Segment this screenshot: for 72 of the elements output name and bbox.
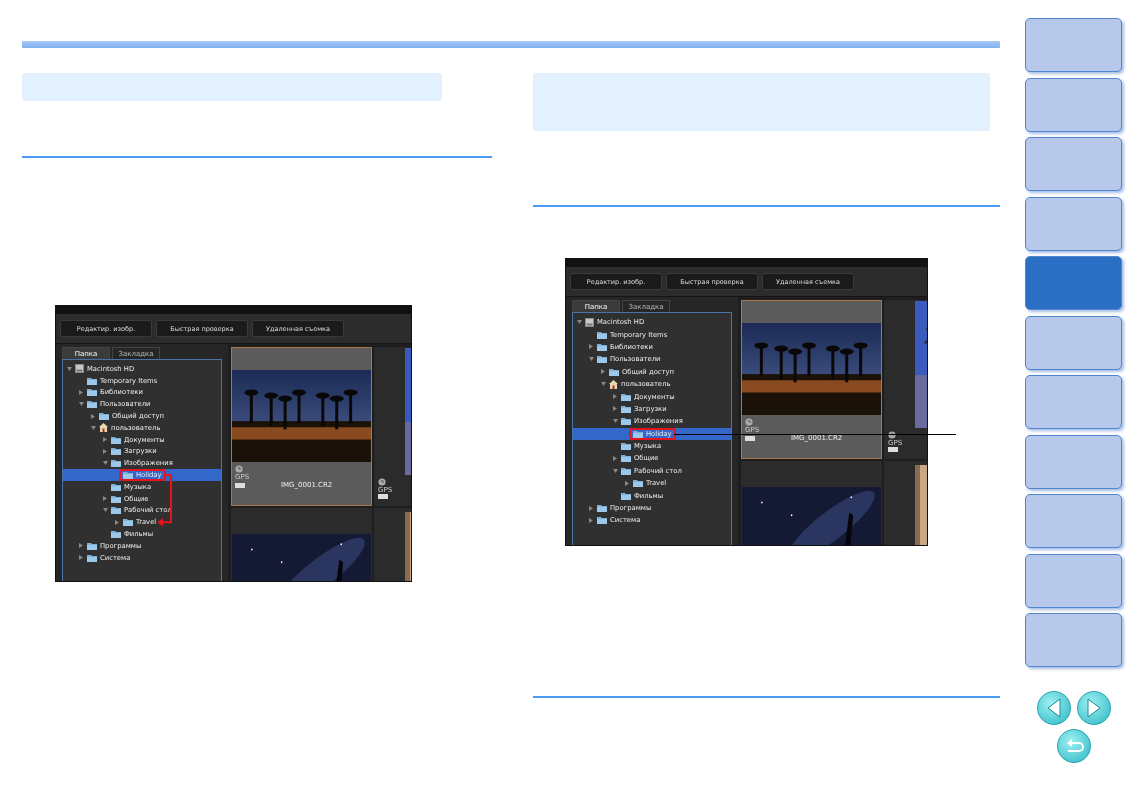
right-arrow-icon xyxy=(1085,697,1102,718)
caret-icon[interactable] xyxy=(601,369,605,375)
caret-icon[interactable] xyxy=(601,382,606,387)
caret-icon[interactable] xyxy=(613,468,618,473)
globe-icon xyxy=(888,431,896,439)
folder-icon xyxy=(621,442,631,451)
left-arrow-icon xyxy=(1045,697,1062,718)
folder-icon xyxy=(87,553,97,562)
chapter-button[interactable] xyxy=(1025,613,1122,667)
folder-icon xyxy=(597,342,607,351)
folder-icon xyxy=(123,471,133,480)
chapter-button[interactable] xyxy=(1025,137,1122,191)
globe-icon xyxy=(235,465,243,473)
folder-icon xyxy=(621,392,631,401)
raw-badge-icon xyxy=(235,482,245,488)
folder-icon xyxy=(597,355,607,364)
folder-icon xyxy=(111,447,121,456)
caret-icon[interactable] xyxy=(613,419,618,424)
folder-icon xyxy=(87,541,97,550)
folder-icon xyxy=(111,494,121,503)
folder-icon xyxy=(87,388,97,397)
caret-icon[interactable] xyxy=(577,320,582,325)
caret-icon[interactable] xyxy=(115,519,119,525)
raw-badge-icon xyxy=(378,494,388,499)
folder-icon xyxy=(111,506,121,515)
folder-icon xyxy=(597,504,607,513)
folder-icon xyxy=(621,454,631,463)
caret-icon[interactable] xyxy=(103,508,108,513)
raw-badge-icon xyxy=(745,435,755,441)
chapter-button[interactable] xyxy=(1025,77,1122,132)
raw-badge-icon xyxy=(888,447,898,452)
chapter-button[interactable] xyxy=(1025,18,1122,72)
folder-icon xyxy=(123,518,133,527)
pager-button[interactable] xyxy=(1056,728,1091,763)
folder-icon xyxy=(111,435,121,444)
chapter-button[interactable] xyxy=(1025,553,1122,608)
chapter-button[interactable] xyxy=(1025,375,1122,429)
caret-icon[interactable] xyxy=(67,366,72,371)
folder-icon xyxy=(621,417,631,426)
folder-icon xyxy=(633,479,643,488)
folder-icon xyxy=(597,516,607,525)
folder-icon xyxy=(621,491,631,500)
caret-icon[interactable] xyxy=(91,425,96,430)
folder-icon xyxy=(111,459,121,468)
folder-icon xyxy=(111,482,121,491)
chapter-button[interactable] xyxy=(1025,434,1122,489)
globe-icon xyxy=(745,418,753,426)
chapter-button[interactable] xyxy=(1025,196,1122,251)
folder-icon xyxy=(609,367,619,376)
pager-button[interactable] xyxy=(1036,690,1071,725)
folder-icon xyxy=(87,376,97,385)
folder-icon xyxy=(111,530,121,539)
caret-icon[interactable] xyxy=(589,344,593,350)
folder-icon xyxy=(621,466,631,475)
caret-icon[interactable] xyxy=(625,480,629,486)
pager-button[interactable] xyxy=(1076,690,1111,725)
caret-icon[interactable] xyxy=(613,456,617,461)
caret-icon[interactable] xyxy=(79,390,83,395)
caret-icon[interactable] xyxy=(79,402,84,407)
folder-icon xyxy=(597,330,607,339)
house-icon xyxy=(609,379,618,389)
folder-icon xyxy=(99,412,109,421)
globe-icon xyxy=(378,478,386,486)
house-icon xyxy=(99,423,108,433)
folder-icon xyxy=(87,400,97,409)
caret-icon[interactable] xyxy=(589,357,594,362)
folder-icon xyxy=(633,429,643,438)
caret-icon[interactable] xyxy=(103,461,108,466)
chapter-button[interactable] xyxy=(1025,494,1122,548)
chapter-button[interactable] xyxy=(1025,315,1122,370)
folder-icon xyxy=(621,404,631,413)
thumbnail-card[interactable] xyxy=(741,461,882,545)
